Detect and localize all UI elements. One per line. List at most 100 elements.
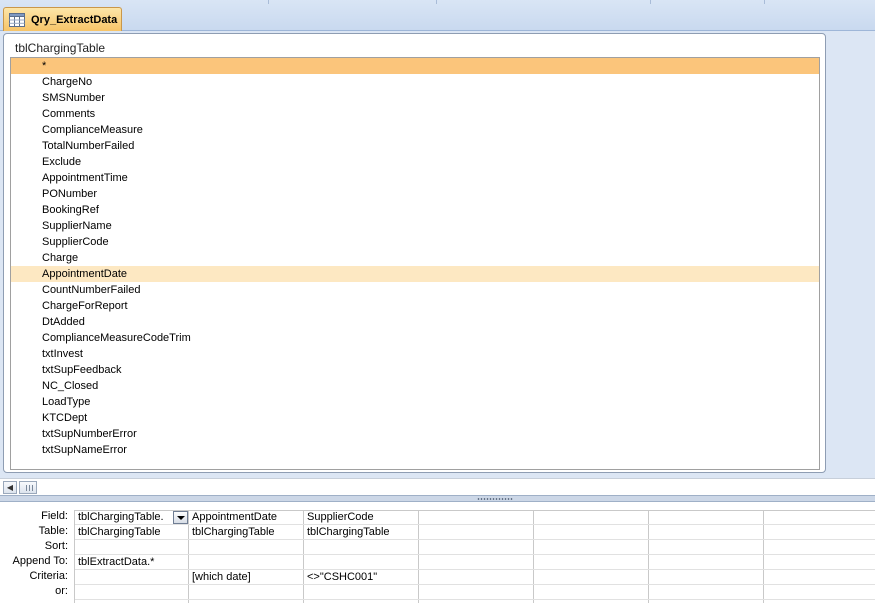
field-list-item[interactable]: txtSupNumberError (11, 426, 819, 442)
grid-column (534, 511, 649, 603)
field-list-item[interactable]: AppointmentTime (11, 170, 819, 186)
field-list-item[interactable]: txtSupFeedback (11, 362, 819, 378)
query-design-grid: Field: Table: Sort: Append To: Criteria: or: … (0, 502, 875, 603)
grid-cell-sort[interactable] (304, 540, 419, 555)
grid-column (649, 511, 764, 603)
grid-row-label: or: (55, 585, 68, 597)
grid-cell-or[interactable] (189, 585, 304, 600)
field-list-item[interactable]: * (11, 58, 819, 74)
ruler-tick (436, 0, 437, 4)
tab-qry-extractdata[interactable]: Qry_ExtractData (3, 7, 122, 31)
grid-cell-field[interactable] (764, 510, 875, 525)
grid-cell-append-to[interactable] (534, 555, 649, 570)
table-title: tblChargingTable (15, 41, 106, 55)
grid-row-label: Table: (38, 525, 68, 537)
scroll-left-button[interactable]: ◀ (3, 481, 17, 494)
field-list-item[interactable]: KTCDept (11, 410, 819, 426)
field-list-item[interactable]: SMSNumber (11, 90, 819, 106)
grid-cell-append-to[interactable] (419, 555, 534, 570)
table-field-list-window[interactable]: tblChargingTable * ChargeNo SMSNumber Comme… (3, 33, 826, 473)
field-list-item[interactable]: DtAdded (11, 314, 819, 330)
chevron-down-icon[interactable] (173, 511, 188, 524)
grid-cell-field[interactable] (534, 510, 649, 525)
grid-cell-table[interactable]: tblChargingTable (75, 525, 190, 540)
grid-cell-field[interactable]: SupplierCode (304, 510, 419, 525)
field-list-item[interactable]: BookingRef (11, 202, 819, 218)
grid-cell-append-to[interactable] (304, 555, 419, 570)
grid-cell-criteria[interactable]: [which date] (189, 570, 304, 585)
field-list-item[interactable]: AppointmentDate (11, 266, 819, 282)
field-list-item[interactable]: Charge (11, 250, 819, 266)
grid-column: tblChargingTable. tblChargingTable tblExtr… (74, 511, 190, 603)
grid-row-label: Field: (41, 510, 68, 522)
field-list-item[interactable]: Comments (11, 106, 819, 122)
grid-cell-criteria[interactable]: <>"CSHC001" (304, 570, 419, 585)
grid-cell-field[interactable]: AppointmentDate (189, 510, 304, 525)
field-list-item[interactable]: Exclude (11, 154, 819, 170)
pane-splitter[interactable] (0, 495, 875, 502)
grid-cell-append-to[interactable] (764, 555, 875, 570)
ruler-tick (764, 0, 765, 4)
grid-column (419, 511, 534, 603)
grid-cell-sort[interactable] (189, 540, 304, 555)
grid-cell-sort[interactable] (419, 540, 534, 555)
field-list[interactable]: * ChargeNo SMSNumber Comments ComplianceMeas… (10, 57, 820, 470)
scroll-thumb[interactable] (19, 481, 37, 494)
grid-cell-sort[interactable] (75, 540, 190, 555)
grid-column: AppointmentDate tblChargingTable [which da… (189, 511, 304, 603)
field-list-item[interactable]: ComplianceMeasure (11, 122, 819, 138)
field-list-item[interactable]: txtSupNameError (11, 442, 819, 458)
document-tab-strip: Qry_ExtractData (0, 0, 875, 31)
grid-cell-criteria[interactable] (534, 570, 649, 585)
field-list-item[interactable]: CountNumberFailed (11, 282, 819, 298)
grid-cell-table[interactable]: tblChargingTable (189, 525, 304, 540)
field-list-item[interactable]: ChargeForReport (11, 298, 819, 314)
grid-cell-criteria[interactable] (419, 570, 534, 585)
field-list-item[interactable]: txtInvest (11, 346, 819, 362)
grid-row-label: Append To: (12, 555, 68, 567)
grid-cell-or[interactable] (304, 585, 419, 600)
grid-column: SupplierCode tblChargingTable <>"CSHC001" (304, 511, 419, 603)
grid-cell-or[interactable] (534, 585, 649, 600)
field-list-item[interactable]: TotalNumberFailed (11, 138, 819, 154)
grid-cell-append-to[interactable]: tblExtractData.* (75, 555, 190, 570)
grid-cell-or[interactable] (419, 585, 534, 600)
grid-cell-or[interactable] (649, 585, 764, 600)
grid-cell-or[interactable] (75, 585, 190, 600)
field-list-item[interactable]: ChargeNo (11, 74, 819, 90)
tab-label: Qry_ExtractData (31, 13, 118, 26)
grid-cell-sort[interactable] (649, 540, 764, 555)
ruler-tick (268, 0, 269, 4)
grid-cell-table[interactable] (649, 525, 764, 540)
grid-cell-or[interactable] (764, 585, 875, 600)
grid-columns: tblChargingTable. tblChargingTable tblExtr… (74, 510, 875, 603)
grid-cell-field[interactable] (649, 510, 764, 525)
field-list-item[interactable]: ComplianceMeasureCodeTrim (11, 330, 819, 346)
grid-cell-field[interactable] (419, 510, 534, 525)
grid-cell-table[interactable] (764, 525, 875, 540)
grid-row-label: Sort: (44, 540, 68, 552)
horizontal-scrollbar[interactable]: ◀ (0, 478, 875, 495)
grid-cell-append-to[interactable] (649, 555, 764, 570)
field-list-item[interactable]: NC_Closed (11, 378, 819, 394)
query-icon (9, 12, 25, 27)
grid-column (764, 511, 875, 603)
grid-row-labels: Field: Table: Sort: Append To: Criteria: or: (0, 502, 74, 603)
splitter-grip-icon (477, 498, 513, 500)
grid-row-label: Criteria: (29, 570, 68, 582)
grid-cell-append-to[interactable] (189, 555, 304, 570)
grid-cell-criteria[interactable] (764, 570, 875, 585)
grid-cell-criteria[interactable] (649, 570, 764, 585)
field-list-item[interactable]: PONumber (11, 186, 819, 202)
grid-cell-table[interactable]: tblChargingTable (304, 525, 419, 540)
grid-cell-criteria[interactable] (75, 570, 190, 585)
field-list-item[interactable]: SupplierCode (11, 234, 819, 250)
grid-cell-sort[interactable] (534, 540, 649, 555)
grid-cell-table[interactable] (534, 525, 649, 540)
field-list-item[interactable]: SupplierName (11, 218, 819, 234)
field-list-item[interactable]: LoadType (11, 394, 819, 410)
table-design-pane: tblChargingTable * ChargeNo SMSNumber Comme… (0, 31, 875, 478)
ruler-tick (650, 0, 651, 4)
grid-cell-table[interactable] (419, 525, 534, 540)
grid-cell-sort[interactable] (764, 540, 875, 555)
